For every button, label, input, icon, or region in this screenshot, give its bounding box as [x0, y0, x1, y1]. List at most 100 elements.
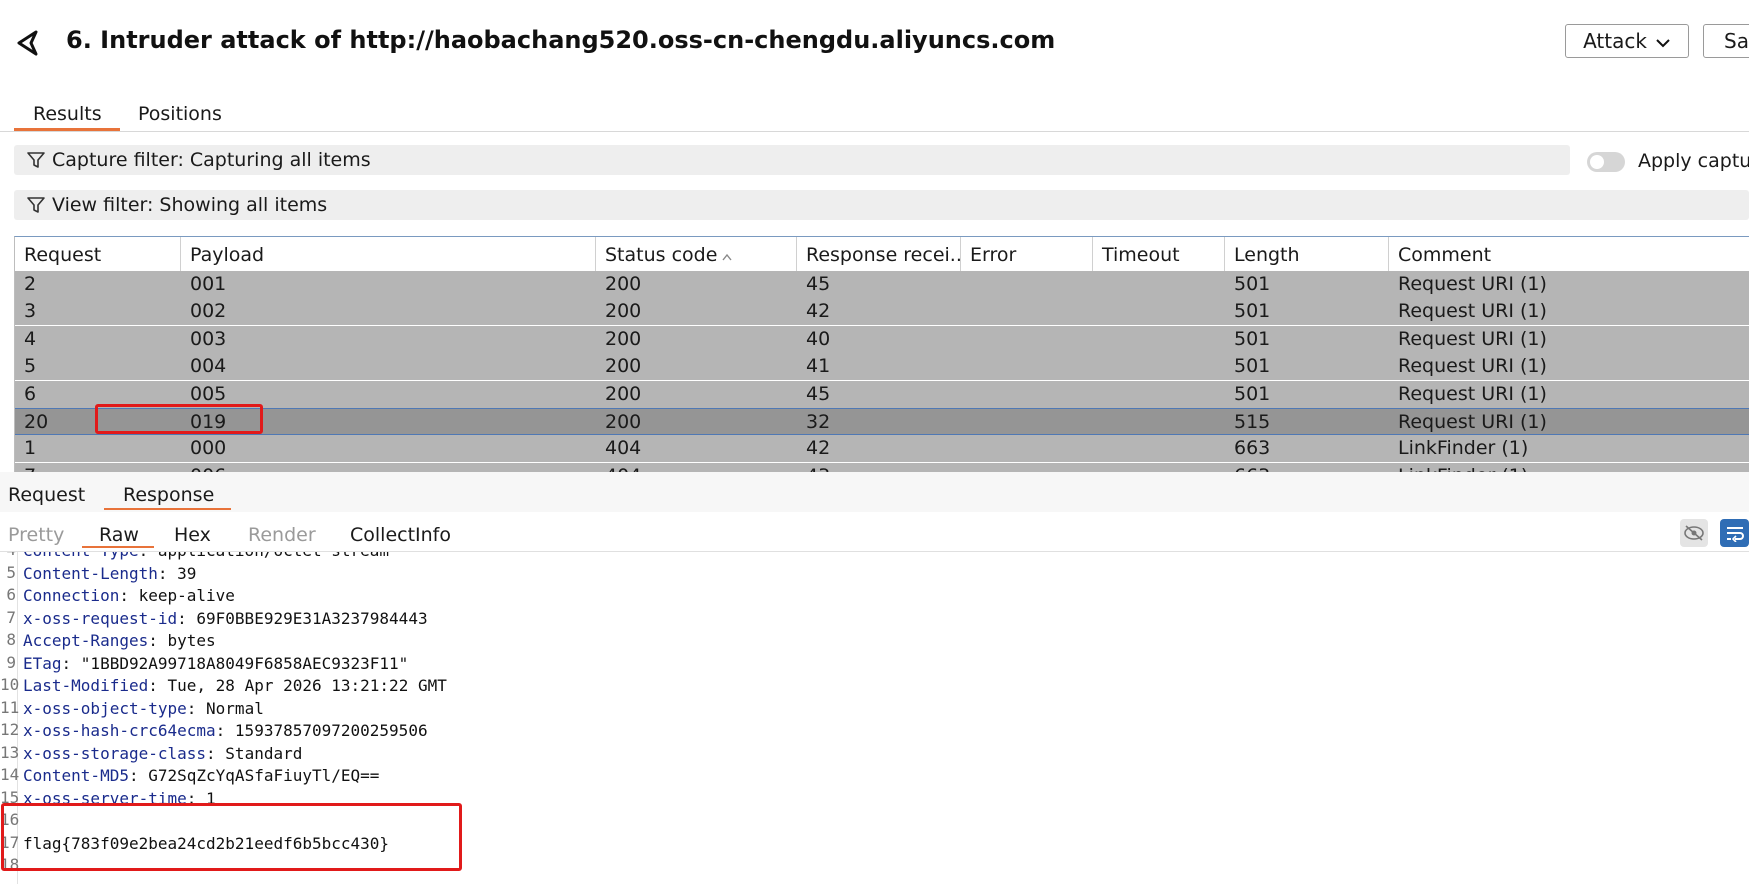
message-tabs-bar: [0, 472, 1749, 512]
table-cell-timeout: [1093, 271, 1225, 298]
eye-slash-icon[interactable]: [1680, 519, 1708, 547]
table-cell-request: 3: [24, 300, 37, 323]
line-number: 13: [0, 742, 20, 762]
tab-request[interactable]: Request: [8, 484, 85, 506]
tab-positions[interactable]: Positions: [138, 103, 222, 125]
response-line: Connection: keep-alive: [23, 586, 235, 605]
apply-capture-label: Apply captu: [1638, 150, 1749, 172]
header-value: 15937857097200259506: [234, 721, 428, 740]
table-header: Request Payload Status code Response recei.…: [15, 237, 1749, 271]
view-tab-render[interactable]: Render: [248, 524, 316, 546]
line-number: 10: [0, 675, 20, 694]
column-header-label: Payload: [190, 244, 265, 266]
tab-response[interactable]: Response: [123, 484, 214, 506]
highlight-box-payload: [95, 404, 263, 434]
table-cell-length: 501: [1234, 355, 1271, 378]
table-cell-error: [961, 381, 1093, 408]
line-number: 14: [0, 765, 20, 784]
column-header-0[interactable]: Request: [15, 237, 181, 271]
view-tab-raw-underline: [82, 546, 154, 548]
response-line: x-oss-hash-crc64ecma: 159378570972002595…: [23, 721, 428, 740]
toggle-knob: [1590, 155, 1604, 169]
table-row[interactable]: 3 002 200 42 501 Request URI (1): [15, 298, 1749, 326]
tab-results[interactable]: Results: [33, 103, 102, 125]
chevron-down-icon: [1655, 29, 1671, 53]
header-name: Last-Modified: [23, 676, 149, 695]
table-cell-comment: Request URI (1): [1398, 273, 1547, 295]
window-title: 6. Intruder attack of http://haobachang5…: [66, 26, 1056, 54]
column-header-1[interactable]: Payload: [181, 237, 596, 271]
header-name: Connection: [23, 586, 120, 605]
table-row[interactable]: 4 003 200 40 501 Request URI (1): [15, 325, 1749, 353]
table-cell-response: 42: [806, 300, 831, 323]
header-name: Content-Type: [23, 552, 139, 560]
table-cell-payload: 002: [190, 300, 227, 323]
sort-ascending-icon: [717, 244, 733, 266]
table-row[interactable]: 20 019 200 32 515 Request URI (1): [15, 408, 1749, 435]
column-header-label: Error: [970, 244, 1017, 266]
save-button[interactable]: Sav: [1703, 24, 1749, 58]
save-button-label: Sav: [1724, 29, 1749, 53]
table-cell-comment: Request URI (1): [1398, 327, 1547, 350]
attack-button[interactable]: Attack: [1565, 24, 1689, 58]
word-wrap-icon[interactable]: [1720, 519, 1749, 547]
response-line: Accept-Ranges: bytes: [23, 631, 216, 650]
header-value: 39: [177, 563, 197, 583]
table-cell-comment: Request URI (1): [1398, 411, 1547, 433]
table-cell-request: 1: [24, 437, 37, 460]
column-header-7[interactable]: Comment: [1389, 237, 1749, 271]
tab-response-underline: [104, 508, 231, 510]
table-cell-timeout: [1093, 381, 1225, 408]
line-number: 12: [0, 720, 20, 739]
column-header-4[interactable]: Error: [961, 237, 1093, 271]
response-line: Last-Modified: Tue, 28 Apr 2026 13:21:22…: [23, 676, 447, 695]
line-number: 11: [0, 697, 20, 717]
table-cell-error: [961, 326, 1093, 353]
table-cell-length: 515: [1234, 411, 1271, 433]
response-line: Content-MD5: G72SqZcYqASfaFiuyTl/EQ==: [23, 766, 380, 785]
capture-filter-text: Capture filter: Capturing all items: [52, 149, 371, 171]
header-name: Content-MD5: [23, 766, 129, 785]
table-cell-timeout: [1093, 409, 1225, 436]
table-cell-comment: Request URI (1): [1398, 355, 1547, 378]
response-line: x-oss-request-id: 69F0BBE929E31A32379844…: [23, 608, 428, 628]
line-number: 7: [6, 607, 16, 627]
table-row[interactable]: 2 001 200 45 501 Request URI (1): [15, 271, 1749, 298]
table-row[interactable]: 6 005 200 45 501 Request URI (1): [15, 380, 1749, 408]
view-tab-pretty[interactable]: Pretty: [8, 524, 64, 546]
header-value: Tue, 28 Apr 2026 13:21:22 GMT: [167, 676, 447, 695]
table-cell-response: 40: [806, 327, 831, 350]
view-tab-hex[interactable]: Hex: [174, 524, 211, 546]
column-header-label: Timeout: [1102, 244, 1180, 266]
table-cell-comment: LinkFinder (1): [1398, 437, 1529, 460]
header-value: G72SqZcYqASfaFiuyTl/EQ==: [148, 766, 380, 785]
column-header-label: Length: [1234, 244, 1300, 266]
view-filter-bar[interactable]: View filter: Showing all items: [14, 190, 1749, 220]
table-cell-payload: 003: [190, 327, 227, 350]
header-name: x-oss-object-type: [23, 698, 187, 718]
table-cell-length: 501: [1234, 327, 1271, 350]
capture-filter-bar[interactable]: Capture filter: Capturing all items: [14, 145, 1570, 175]
table-cell-length: 501: [1234, 382, 1271, 405]
highlight-box-flag: [1, 803, 462, 871]
view-tab-raw[interactable]: Raw: [99, 524, 139, 546]
table-cell-request: 4: [24, 327, 37, 350]
header-name: Content-Length: [23, 563, 158, 583]
column-header-5[interactable]: Timeout: [1093, 237, 1225, 271]
table-cell-timeout: [1093, 353, 1225, 380]
table-row[interactable]: 1 000 404 42 663 LinkFinder (1): [15, 435, 1749, 463]
column-header-6[interactable]: Length: [1225, 237, 1389, 271]
table-cell-error: [961, 353, 1093, 380]
column-header-2[interactable]: Status code: [596, 237, 797, 271]
results-table: Request Payload Status code Response recei.…: [14, 236, 1749, 473]
view-tab-collectinfo[interactable]: CollectInfo: [350, 524, 451, 546]
header-value: 69F0BBE929E31A3237984443: [196, 608, 428, 628]
column-header-3[interactable]: Response recei...: [797, 237, 961, 271]
table-row[interactable]: 5 004 200 41 501 Request URI (1): [15, 353, 1749, 381]
line-number: 8: [6, 630, 16, 649]
table-cell-request: 5: [24, 355, 37, 378]
header-value: keep-alive: [138, 586, 235, 605]
table-cell-error: [961, 298, 1093, 325]
table-cell-comment: Request URI (1): [1398, 300, 1547, 323]
column-header-label: Comment: [1398, 244, 1492, 266]
